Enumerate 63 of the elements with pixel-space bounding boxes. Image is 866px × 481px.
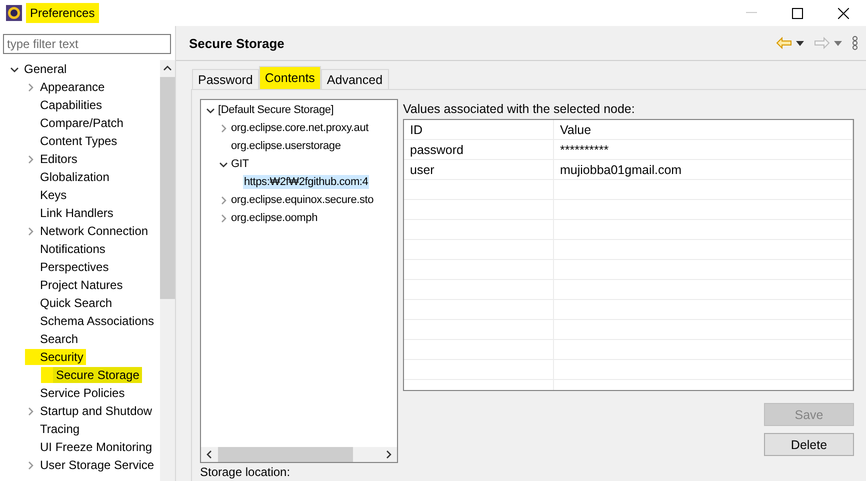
maximize-icon [792,8,802,18]
chevron-down-icon[interactable] [218,160,228,168]
nav-tree-item[interactable]: Schema Associations [37,313,158,329]
table-cell: password [404,140,554,159]
nav-tree-item[interactable]: Capabilities [37,97,106,113]
chevron-down-icon[interactable] [10,64,18,74]
nav-tree-item[interactable]: Secure Storage [53,367,142,383]
storage-tree-item[interactable]: [Default Secure Storage] [217,103,335,117]
nav-tree-item[interactable]: Appearance [37,79,108,95]
table-cell: mujiobba01gmail.com [554,160,853,179]
nav-tree-item[interactable]: Startup and Shutdow [37,403,156,419]
app-logo-icon [6,5,22,21]
values-label: Values associated with the selected node: [403,101,636,118]
chevron-right-icon[interactable] [26,154,34,164]
storage-tree-item[interactable]: https:₩2f₩2fgithub.com:4 [243,175,370,189]
nav-tree-item[interactable]: General [21,61,70,77]
nav-tree-item[interactable]: Quick Search [37,295,116,311]
nav-tree-item[interactable]: User Storage Service [37,457,158,473]
storage-location-label: Storage location: [200,465,292,479]
tab[interactable]: Password [192,69,259,89]
scrollbar-thumb[interactable] [160,77,175,299]
table-cell: user [404,160,554,179]
action-button[interactable]: Delete [764,433,854,456]
dropdown-caret-icon[interactable] [796,40,804,46]
nav-tree-item[interactable]: Project Natures [37,277,126,293]
chevron-right-icon[interactable] [26,406,34,416]
nav-tree-item[interactable]: Search [37,331,82,347]
tab[interactable]: Advanced [320,69,389,89]
nav-tree-item[interactable]: Security [37,349,86,365]
column-header[interactable]: Value [554,120,853,139]
filter-field[interactable]: type filter text [3,34,171,54]
nav-tree-item[interactable]: Service Policies [37,385,128,401]
nav-tree-item[interactable]: Keys [37,187,70,203]
window-title: Preferences [26,3,99,23]
chevron-right-icon[interactable] [26,460,34,470]
storage-tree-item[interactable]: org.eclipse.core.net.proxy.aut [230,121,370,135]
minimize-icon [746,12,756,14]
storage-tree-item[interactable]: GIT [230,157,250,171]
chevron-right-icon[interactable] [26,82,34,92]
nav-tree-item[interactable]: Notifications [37,241,108,257]
storage-tree-item[interactable]: org.eclipse.userstorage [230,139,342,153]
nav-tree-item[interactable]: Content Types [37,133,120,149]
page-title: Secure Storage [189,36,284,50]
nav-tree-item[interactable]: Perspectives [37,259,112,275]
nav-tree-item[interactable]: Tracing [37,421,83,437]
tab[interactable]: Contents [258,66,321,89]
chevron-right-icon[interactable] [218,124,228,132]
chevron-right-icon[interactable] [26,226,34,236]
storage-tree-item[interactable]: org.eclipse.oomph [230,211,318,225]
table-cell: ********** [554,140,853,159]
scrollbar-thumb[interactable] [218,447,353,462]
nav-tree-item[interactable]: UI Freeze Monitoring [37,439,156,455]
horizontal-scrollbar[interactable] [201,447,397,462]
nav-tree-item[interactable]: Compare/Patch [37,115,126,131]
menu-icon[interactable] [852,36,858,50]
nav-tree-item[interactable]: Link Handlers [37,205,116,221]
column-header[interactable]: ID [404,120,554,139]
nav-tree-item[interactable]: Editors [37,151,80,167]
nav-tree-item[interactable]: Network Connection [37,223,152,239]
storage-tree-item[interactable]: org.eclipse.equinox.secure.sto [230,193,375,207]
close-icon [838,8,848,18]
chevron-down-icon[interactable] [206,106,214,114]
nav-tree-item[interactable]: Globalization [37,169,112,185]
